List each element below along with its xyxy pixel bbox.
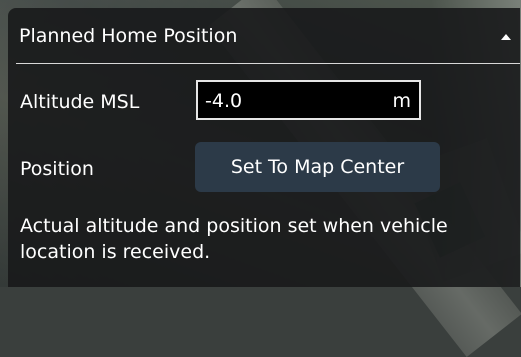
altitude-msl-label: Altitude MSL xyxy=(20,91,140,113)
altitude-value[interactable]: -4.0 xyxy=(205,90,242,112)
header-divider xyxy=(16,63,520,64)
altitude-msl-input[interactable]: -4.0 m xyxy=(196,80,421,120)
panel-header[interactable]: Planned Home Position xyxy=(8,8,520,64)
planned-home-position-panel: Planned Home Position Altitude MSL -4.0 … xyxy=(8,8,520,287)
altitude-unit: m xyxy=(392,90,411,112)
set-to-map-center-button[interactable]: Set To Map Center xyxy=(195,142,440,192)
position-label: Position xyxy=(20,158,94,180)
info-text: Actual altitude and position set when ve… xyxy=(20,215,448,263)
chevron-up-icon[interactable] xyxy=(501,34,511,40)
panel-title: Planned Home Position xyxy=(19,25,238,47)
